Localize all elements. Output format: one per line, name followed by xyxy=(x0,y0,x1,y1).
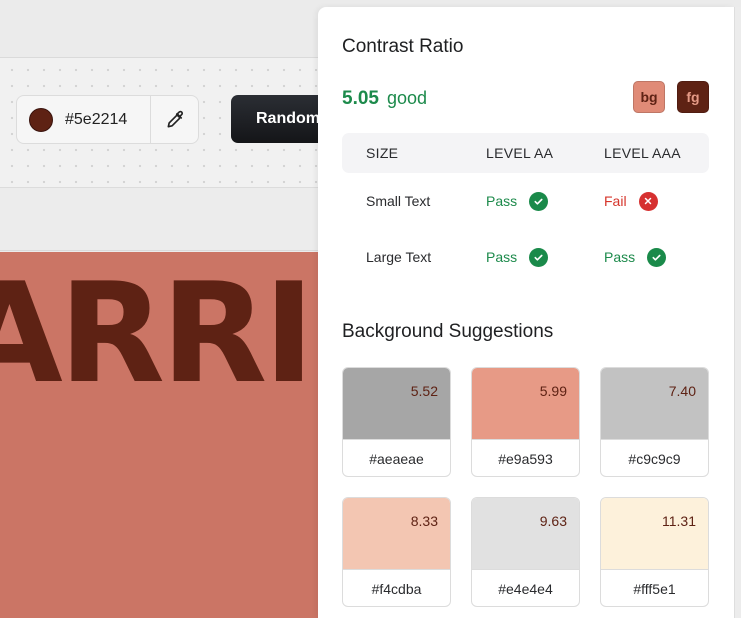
result-aa: Pass xyxy=(486,249,518,265)
suggestion-swatch[interactable]: 5.99 xyxy=(472,368,579,439)
suggestion-hex: #aeaeae xyxy=(343,439,450,476)
eyedropper-button[interactable] xyxy=(150,96,198,143)
row-size: Small Text xyxy=(366,193,431,209)
suggestion-swatch[interactable]: 8.33 xyxy=(343,498,450,569)
suggestion-card[interactable]: 9.63 #e4e4e4 xyxy=(471,497,580,607)
suggestion-hex: #f4cdba xyxy=(343,569,450,606)
bg-chip[interactable]: bg xyxy=(633,81,665,113)
header-level-aaa: LEVEL AAA xyxy=(604,145,681,161)
preview-text: ARRI xyxy=(0,253,315,414)
color-hex-value[interactable]: #5e2214 xyxy=(65,111,149,129)
suggestion-hex: #e4e4e4 xyxy=(472,569,579,606)
eyedropper-icon xyxy=(167,110,183,127)
suggestion-card[interactable]: 5.99 #e9a593 xyxy=(471,367,580,477)
suggestion-swatch[interactable]: 5.52 xyxy=(343,368,450,439)
suggestion-card[interactable]: 5.52 #aeaeae xyxy=(342,367,451,477)
suggestion-ratio: 8.33 xyxy=(410,513,438,529)
suggestion-swatch[interactable]: 11.31 xyxy=(601,498,708,569)
header-size: SIZE xyxy=(366,145,399,161)
row-size: Large Text xyxy=(366,249,432,265)
fg-chip[interactable]: fg xyxy=(677,81,709,113)
ratio-summary: 5.05 good xyxy=(342,88,427,110)
scrollbar[interactable] xyxy=(734,7,741,618)
suggestion-hex: #e9a593 xyxy=(472,439,579,476)
table-row: Small Text Pass Fail xyxy=(342,173,709,229)
contrast-panel: Contrast Ratio 5.05 good bg fg SIZE LEVE… xyxy=(318,7,734,618)
table-row: Large Text Pass Pass xyxy=(342,229,709,285)
header-level-aa: LEVEL AA xyxy=(486,145,554,161)
suggestion-swatch[interactable]: 9.63 xyxy=(472,498,579,569)
cross-icon xyxy=(638,191,658,211)
check-icon xyxy=(647,247,667,267)
suggestion-ratio: 11.31 xyxy=(662,513,696,529)
panel-title: Contrast Ratio xyxy=(342,36,464,57)
check-icon xyxy=(529,247,549,267)
color-input[interactable]: #5e2214 xyxy=(16,95,199,144)
result-aa: Pass xyxy=(486,193,518,209)
suggestion-ratio: 7.40 xyxy=(668,383,696,399)
suggestion-ratio: 5.52 xyxy=(410,383,438,399)
suggestion-card[interactable]: 11.31 #fff5e1 xyxy=(600,497,709,607)
suggestion-hex: #fff5e1 xyxy=(601,569,708,606)
result-aaa: Pass xyxy=(604,249,636,265)
compliance-table: SIZE LEVEL AA LEVEL AAA Small Text Pass … xyxy=(342,133,709,285)
suggestions-title: Background Suggestions xyxy=(342,321,554,342)
suggestion-ratio: 9.63 xyxy=(539,513,567,529)
check-icon xyxy=(529,191,549,211)
suggestion-ratio: 5.99 xyxy=(539,383,567,399)
suggestion-card[interactable]: 7.40 #c9c9c9 xyxy=(600,367,709,477)
color-swatch[interactable] xyxy=(29,107,53,132)
result-aaa: Fail xyxy=(604,193,627,209)
ratio-label: good xyxy=(386,88,428,108)
suggestion-hex: #c9c9c9 xyxy=(601,439,708,476)
table-header: SIZE LEVEL AA LEVEL AAA xyxy=(342,133,709,173)
ratio-value: 5.05 xyxy=(342,88,379,109)
suggestion-card[interactable]: 8.33 #f4cdba xyxy=(342,497,451,607)
suggestion-swatch[interactable]: 7.40 xyxy=(601,368,708,439)
